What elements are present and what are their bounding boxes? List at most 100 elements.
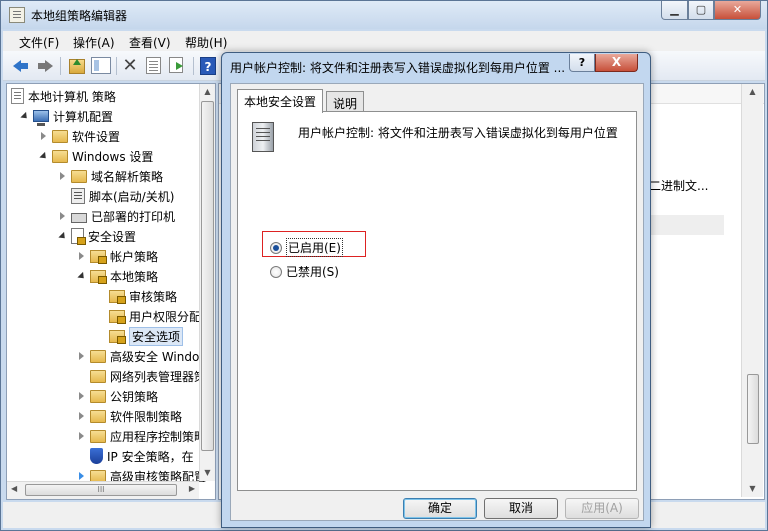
details-vertical-scrollbar[interactable]: ▲ ▼: [741, 84, 763, 497]
scroll-thumb[interactable]: III: [25, 484, 177, 496]
collapsed-arrow-icon[interactable]: [38, 130, 50, 142]
tree-item-label: 帐户策略: [110, 249, 159, 264]
tree-item-label: 安全设置: [88, 229, 137, 244]
help-icon[interactable]: ?: [200, 57, 216, 75]
tree-item[interactable]: 本地计算机 策略: [11, 86, 116, 106]
show-hide-tree-icon[interactable]: [91, 57, 111, 74]
tree-item-label: 本地计算机 策略: [28, 89, 116, 104]
tree-item[interactable]: 公钥策略: [76, 386, 158, 406]
menu-file[interactable]: 文件(F): [19, 34, 59, 51]
tree-item[interactable]: 域名解析策略: [57, 166, 163, 186]
collapsed-arrow-icon[interactable]: [57, 170, 69, 182]
folder-icon: [90, 410, 106, 423]
locked-folder-icon: [109, 329, 126, 344]
tree-item-label: 公钥策略: [110, 389, 159, 404]
tree-item[interactable]: 软件限制策略: [76, 406, 182, 426]
tree-vertical-scrollbar[interactable]: ▲ ▼: [199, 84, 215, 481]
folder-icon: [52, 130, 68, 143]
app-icon: [9, 7, 25, 23]
delete-icon[interactable]: ✕: [120, 57, 140, 75]
tree-item[interactable]: 软件设置: [38, 126, 120, 146]
folder-icon: [90, 390, 106, 403]
radio-checked-icon[interactable]: [270, 241, 282, 254]
tree-item[interactable]: 本地策略: [76, 266, 158, 286]
collapsed-arrow-icon[interactable]: [76, 430, 88, 442]
expanded-arrow-icon[interactable]: [76, 270, 88, 282]
tree-item-label: 应用程序控制策略: [110, 429, 207, 444]
ip-security-shield-icon: [90, 448, 103, 464]
tree-item[interactable]: 已部署的打印机: [57, 206, 175, 226]
policy-doc-icon: [11, 88, 24, 104]
forward-arrow-icon[interactable]: [35, 57, 55, 75]
tree-item[interactable]: 应用程序控制策略: [76, 426, 206, 446]
collapsed-arrow-icon[interactable]: [57, 210, 69, 222]
scroll-down-arrow-icon[interactable]: ▼: [200, 465, 215, 481]
dialog-help-button[interactable]: ?: [569, 54, 595, 72]
tree-item[interactable]: 帐户策略: [76, 246, 158, 266]
tree-item-label: 域名解析策略: [91, 169, 164, 184]
tab-local-security-setting[interactable]: 本地安全设置: [237, 89, 324, 113]
scroll-up-arrow-icon[interactable]: ▲: [200, 84, 215, 100]
printer-icon: [71, 213, 87, 223]
collapsed-arrow-icon[interactable]: [76, 350, 88, 362]
properties-icon[interactable]: [146, 57, 161, 74]
ok-button[interactable]: 确定: [403, 498, 477, 519]
up-folder-icon[interactable]: [69, 59, 85, 74]
cancel-button[interactable]: 取消: [484, 498, 558, 519]
tree-item[interactable]: 用户权限分配: [95, 306, 201, 326]
expanded-arrow-icon[interactable]: [57, 230, 69, 242]
disabled-radio[interactable]: 已禁用(S): [270, 263, 339, 280]
back-arrow-icon[interactable]: [11, 57, 31, 75]
tree-item[interactable]: 计算机配置: [19, 106, 113, 126]
toolbar-separator: [60, 57, 61, 75]
scroll-up-arrow-icon[interactable]: ▲: [742, 84, 763, 100]
locked-folder-icon: [90, 249, 107, 264]
apply-button[interactable]: 应用(A): [565, 498, 639, 519]
collapsed-arrow-icon[interactable]: [76, 250, 88, 262]
tree-item[interactable]: 审核策略: [95, 286, 177, 306]
server-icon: [252, 122, 274, 152]
locked-folder-icon: [109, 289, 126, 304]
tree-item-label: 本地策略: [110, 269, 159, 284]
tree-horizontal-scrollbar[interactable]: ◀ III ▶: [7, 481, 199, 499]
collapsed-arrow-icon[interactable]: [76, 390, 88, 402]
tab-explain[interactable]: 说明: [326, 91, 365, 113]
enabled-radio[interactable]: 已启用(E): [270, 238, 343, 257]
folder-icon: [90, 430, 106, 443]
tree-item-selected[interactable]: 安全选项: [95, 326, 184, 346]
export-list-icon[interactable]: [169, 57, 183, 73]
tree-item[interactable]: 脚本(启动/关机): [57, 186, 174, 206]
expanded-arrow-icon[interactable]: [38, 150, 50, 162]
scroll-thumb[interactable]: [747, 374, 759, 444]
tree-item[interactable]: Windows 设置: [38, 146, 153, 166]
radio-unchecked-icon[interactable]: [270, 265, 282, 278]
expanded-arrow-icon[interactable]: [19, 110, 31, 122]
tree-item-label: 用户权限分配: [129, 309, 202, 324]
tree-item[interactable]: 高级安全 Windo: [76, 346, 199, 366]
computer-icon: [33, 110, 49, 126]
scroll-thumb[interactable]: [201, 101, 214, 451]
collapsed-arrow-icon[interactable]: [76, 410, 88, 422]
tab-content: 用户帐户控制: 将文件和注册表写入错误虚拟化到每用户位置 已启用(E) 已禁用(…: [237, 111, 637, 491]
dialog-close-button[interactable]: X: [595, 54, 638, 72]
tree-item[interactable]: 安全设置: [57, 226, 136, 246]
policy-name: 用户帐户控制: 将文件和注册表写入错误虚拟化到每用户位置: [298, 126, 618, 140]
menu-view[interactable]: 查看(V): [129, 34, 171, 51]
tree-item[interactable]: 网络列表管理器策: [76, 366, 206, 386]
scroll-left-arrow-icon[interactable]: ◀: [11, 484, 17, 493]
scroll-down-arrow-icon[interactable]: ▼: [742, 481, 763, 497]
minimize-button[interactable]: ▁: [661, 1, 688, 20]
tree-item-label: 审核策略: [129, 289, 178, 304]
disabled-label: 已禁用(S): [286, 265, 339, 279]
menu-action[interactable]: 操作(A): [73, 34, 115, 51]
close-button[interactable]: ✕: [714, 1, 761, 20]
scroll-right-arrow-icon[interactable]: ▶: [189, 484, 195, 493]
tree-item[interactable]: IP 安全策略，在: [76, 446, 194, 466]
details-selected-row[interactable]: [649, 215, 724, 235]
menu-help[interactable]: 帮助(H): [185, 34, 227, 51]
maximize-button[interactable]: ▢: [688, 1, 714, 20]
